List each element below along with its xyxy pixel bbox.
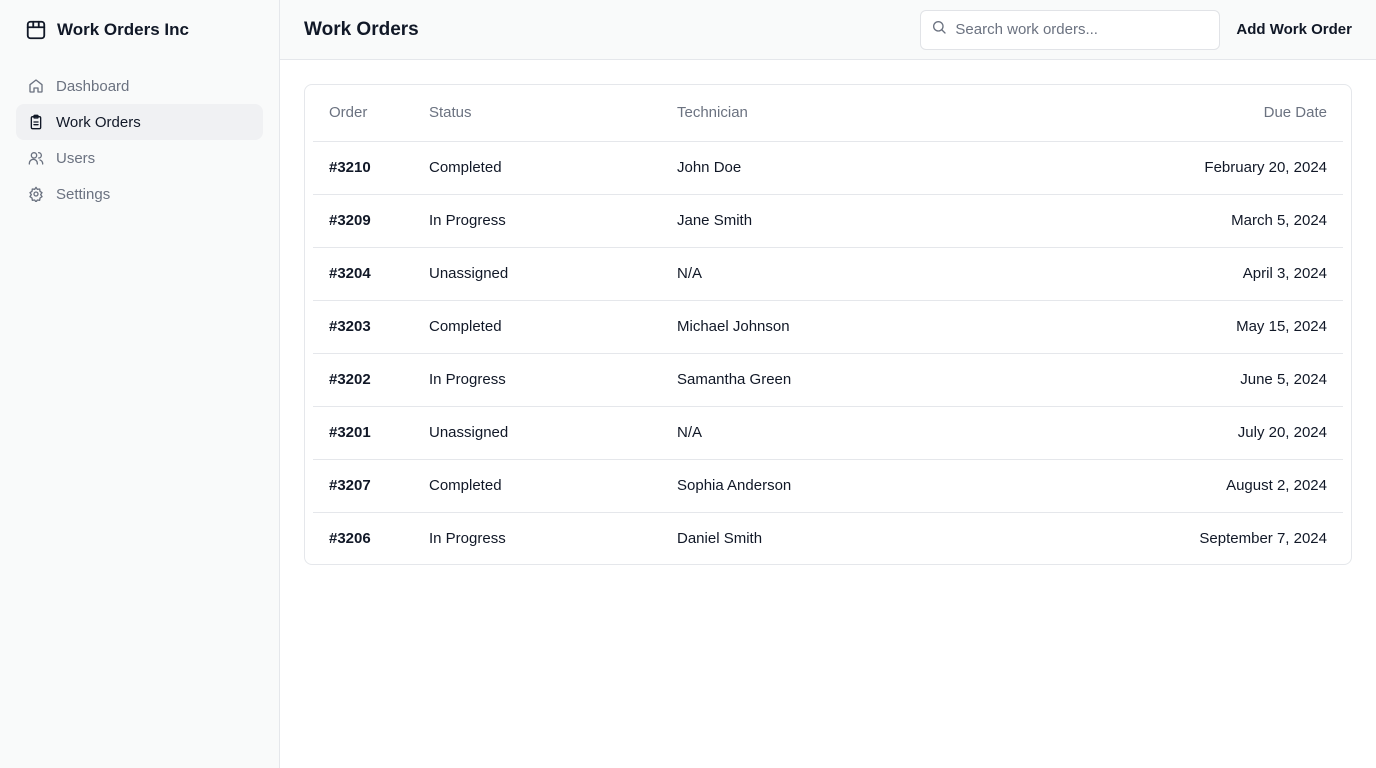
order-id: #3209 [313, 194, 413, 248]
clipboard-icon [28, 114, 44, 130]
order-id: #3202 [313, 353, 413, 407]
order-id: #3206 [329, 529, 371, 547]
due-date: June 5, 2024 [961, 353, 1343, 407]
table-row[interactable]: #3210 Completed John Doe February 20, 20… [313, 141, 1343, 195]
technician: N/A [661, 406, 961, 460]
order-id: #3203 [313, 300, 413, 354]
technician: Daniel Smith [677, 529, 763, 547]
sidebar-item-settings[interactable]: Settings [16, 176, 263, 212]
sidebar: Work Orders Inc Dashboard Work Orders Us… [0, 0, 280, 768]
status: In Progress [413, 353, 661, 407]
status: In Progress [413, 194, 661, 248]
technician: John Doe [661, 141, 961, 195]
status: In Progress [429, 529, 506, 547]
top-bar: Work Orders Add Work Order [280, 0, 1376, 60]
work-orders-table: Order Status Technician Due Date #3210 C… [313, 85, 1343, 564]
sidebar-item-label: Users [56, 149, 96, 167]
order-id: #3201 [313, 406, 413, 460]
status: Completed [413, 459, 661, 513]
technician: Michael Johnson [661, 300, 961, 354]
column-header-order[interactable]: Order [313, 85, 413, 142]
sidebar-item-label: Work Orders [56, 113, 141, 131]
sidebar-item-dashboard[interactable]: Dashboard [16, 68, 263, 104]
page-title: Work Orders [304, 18, 419, 40]
table-row[interactable]: #3209 In Progress Jane Smith March 5, 20… [313, 194, 1343, 248]
technician: Jane Smith [661, 194, 961, 248]
sidebar-item-label: Settings [56, 185, 111, 203]
due-date: May 15, 2024 [961, 300, 1343, 354]
users-icon [28, 150, 44, 166]
search-input[interactable] [955, 21, 1210, 38]
column-header-due-date[interactable]: Due Date [961, 85, 1343, 142]
due-date: April 3, 2024 [961, 247, 1343, 301]
order-id: #3204 [313, 247, 413, 301]
table-row[interactable]: #3201 Unassigned N/A July 20, 2024 [313, 406, 1343, 460]
technician: Samantha Green [661, 353, 961, 407]
due-date: August 2, 2024 [961, 459, 1343, 513]
main-area: Work Orders Add Work Order Order Status … [280, 0, 1376, 768]
sidebar-item-work-orders[interactable]: Work Orders [16, 104, 263, 140]
brand-name: Work Orders Inc [57, 20, 189, 39]
sidebar-item-label: Dashboard [56, 77, 130, 95]
search-box[interactable] [920, 9, 1221, 50]
search-icon [931, 19, 947, 40]
table-header-row: Order Status Technician Due Date [313, 85, 1343, 142]
work-orders-card: Order Status Technician Due Date #3210 C… [304, 84, 1352, 565]
table-row[interactable]: #3203 Completed Michael Johnson May 15, … [313, 300, 1343, 354]
sidebar-nav: Dashboard Work Orders Users Settings [16, 68, 263, 212]
status: Unassigned [413, 247, 661, 301]
technician: Sophia Anderson [661, 459, 961, 513]
column-header-technician[interactable]: Technician [661, 85, 961, 142]
table-row[interactable]: #3204 Unassigned N/A April 3, 2024 [313, 247, 1343, 301]
column-header-status[interactable]: Status [413, 85, 661, 142]
status: Completed [413, 300, 661, 354]
due-date: July 20, 2024 [961, 406, 1343, 460]
technician: N/A [661, 247, 961, 301]
content: Order Status Technician Due Date #3210 C… [280, 60, 1376, 589]
order-id: #3207 [313, 459, 413, 513]
gear-icon [28, 186, 44, 202]
order-id: #3210 [313, 141, 413, 195]
table-row[interactable]: #3202 In Progress Samantha Green June 5,… [313, 353, 1343, 407]
status: Completed [413, 141, 661, 195]
due-date: February 20, 2024 [961, 141, 1343, 195]
package-icon [25, 19, 47, 41]
table-row[interactable]: #3207 Completed Sophia Anderson August 2… [313, 459, 1343, 513]
home-icon [28, 78, 44, 94]
sidebar-item-users[interactable]: Users [16, 140, 263, 176]
status: Unassigned [413, 406, 661, 460]
add-work-order-button[interactable]: Add Work Order [1236, 21, 1352, 38]
table-row[interactable]: #3206 In Progress Daniel Smith September… [313, 512, 1343, 564]
due-date: March 5, 2024 [961, 194, 1343, 248]
brand[interactable]: Work Orders Inc [16, 0, 263, 60]
due-date: September 7, 2024 [1199, 529, 1327, 547]
